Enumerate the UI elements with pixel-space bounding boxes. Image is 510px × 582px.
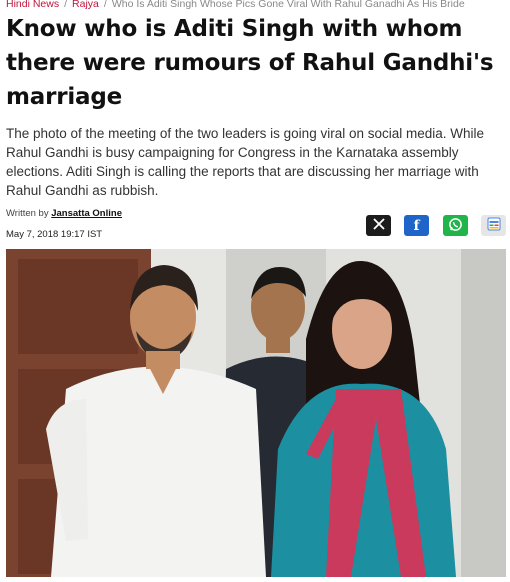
share-facebook-button[interactable]: f — [404, 215, 429, 236]
share-x-button[interactable] — [366, 215, 391, 236]
breadcrumb-rajya[interactable]: Rajya — [72, 0, 99, 10]
share-whatsapp-button[interactable] — [443, 215, 468, 236]
article-photo — [6, 249, 506, 577]
byline: Written by Jansatta Online — [6, 208, 122, 219]
publish-date: May 7, 2018 19:17 IST — [6, 229, 103, 240]
breadcrumb: Hindi News / Rajya / Who Is Aditi Singh Whos… — [6, 0, 465, 10]
breadcrumb-separator: / — [64, 0, 68, 10]
x-icon — [372, 217, 386, 234]
breadcrumb-hindi-news[interactable]: Hindi News — [6, 0, 59, 10]
article-summary: The photo of the meeting of the two lead… — [6, 126, 485, 198]
breadcrumb-current: Who Is Aditi Singh Whose Pics Gone Viral… — [111, 0, 465, 10]
whatsapp-icon — [448, 217, 463, 235]
google-news-icon — [486, 217, 502, 234]
author-link[interactable]: Jansatta Online — [51, 208, 122, 219]
byline-prefix: Written by — [6, 208, 49, 219]
facebook-icon: f — [413, 217, 420, 234]
breadcrumb-separator: / — [103, 0, 107, 10]
share-google-news-button[interactable] — [481, 215, 506, 236]
photo-illustration — [6, 249, 506, 577]
article-headline: Know who is Aditi Singh with whom there … — [6, 16, 494, 110]
